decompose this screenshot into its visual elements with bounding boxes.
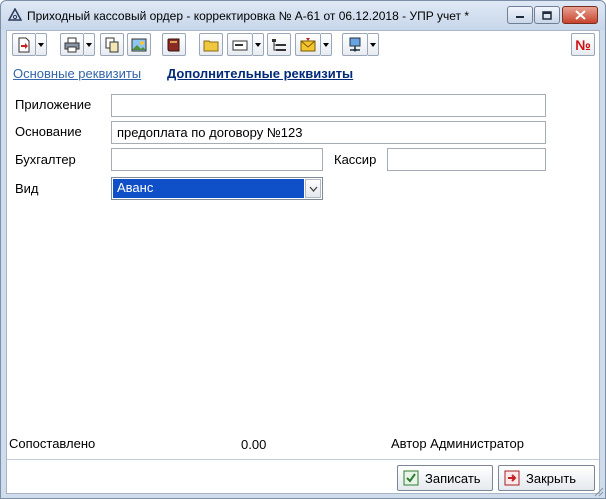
card-dropdown[interactable] <box>253 33 264 56</box>
minimize-icon <box>516 16 524 18</box>
author-label: Автор Администратор <box>391 436 524 451</box>
number-icon: № <box>575 36 591 53</box>
cashier-field[interactable] <box>387 148 546 171</box>
envelope-card-icon <box>232 40 248 50</box>
close-window-button[interactable] <box>562 6 598 24</box>
title-bar: Приходный кассовый ордер - корректировка… <box>1 1 605 30</box>
chevron-down-icon <box>309 186 317 192</box>
copy-button[interactable] <box>100 33 124 56</box>
maximize-icon <box>542 10 552 20</box>
save-icon <box>403 470 419 486</box>
app-triangle-icon <box>8 8 22 21</box>
kind-select-value: Аванс <box>113 179 304 198</box>
close-icon <box>574 10 586 20</box>
new-document-icon <box>18 37 30 52</box>
print-dropdown[interactable] <box>84 33 95 56</box>
kind-select[interactable]: Аванс <box>111 177 323 200</box>
exit-icon <box>504 470 520 486</box>
book-icon <box>167 38 180 51</box>
kind-select-dropdown[interactable] <box>305 179 321 198</box>
matched-label: Сопоставлено <box>9 436 96 451</box>
basis-label: Основание <box>15 124 82 139</box>
attachment-field[interactable] <box>111 94 546 117</box>
image-icon <box>131 38 147 51</box>
accountant-field[interactable] <box>111 148 323 171</box>
save-button-label: Записать <box>425 470 481 486</box>
copy-icon <box>105 37 119 52</box>
accountant-label: Бухгалтер <box>15 152 76 167</box>
tab-main-details[interactable]: Основные реквизиты <box>13 66 141 81</box>
new-document-dropdown[interactable] <box>36 33 47 56</box>
structure-button[interactable] <box>267 33 291 56</box>
print-icon <box>64 37 80 52</box>
mail-button[interactable] <box>295 33 321 56</box>
print-button[interactable] <box>60 33 84 56</box>
minimize-button[interactable] <box>507 6 533 24</box>
attachment-label: Приложение <box>15 97 92 112</box>
mail-icon <box>300 37 316 51</box>
card-button[interactable] <box>227 33 253 56</box>
maximize-button[interactable] <box>534 6 560 24</box>
book-button[interactable] <box>162 33 186 56</box>
network-icon <box>349 37 361 51</box>
folder-button[interactable] <box>199 33 223 56</box>
number-button[interactable]: № <box>571 33 595 56</box>
network-button[interactable] <box>342 33 368 56</box>
matched-amount: 0.00 <box>241 437 267 452</box>
image-button[interactable] <box>127 33 151 56</box>
new-document-button[interactable] <box>12 33 36 56</box>
form-area: № Основные реквизиты Дополнительные рекв… <box>6 30 600 494</box>
network-dropdown[interactable] <box>368 33 379 56</box>
close-button-label: Закрыть <box>526 470 577 486</box>
close-button[interactable]: Закрыть <box>498 465 595 491</box>
toolbar: № <box>7 31 599 59</box>
tab-additional-details[interactable]: Дополнительные реквизиты <box>167 66 353 81</box>
folder-icon <box>203 40 219 51</box>
window-title: Приходный кассовый ордер - корректировка… <box>27 9 470 23</box>
bottom-separator <box>7 459 599 460</box>
document-window: Приходный кассовый ордер - корректировка… <box>0 0 606 499</box>
basis-field[interactable]: предоплата по договору №123 <box>111 121 546 144</box>
mail-dropdown[interactable] <box>321 33 332 56</box>
save-button[interactable]: Записать <box>397 465 493 491</box>
resize-grip-icon[interactable] <box>592 485 604 497</box>
kind-label: Вид <box>15 181 39 196</box>
cashier-label: Кассир <box>334 152 377 167</box>
structure-icon <box>272 38 286 51</box>
